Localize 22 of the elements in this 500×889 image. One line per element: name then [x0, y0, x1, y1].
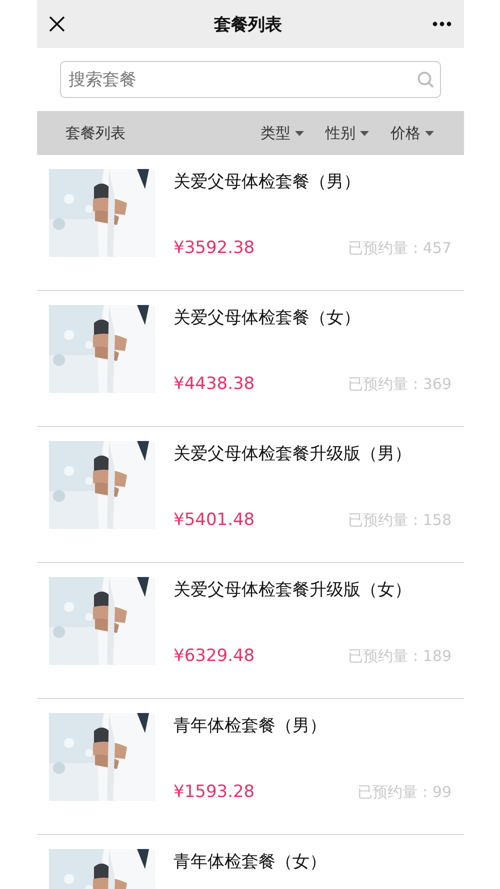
caret-icon: [294, 130, 304, 136]
package-name[interactable]: 青年体检套餐（男）: [174, 714, 452, 737]
package-name[interactable]: 关爱父母体检套餐升级版（男）: [174, 442, 452, 465]
package-price: ¥1593.28: [174, 782, 255, 802]
package-price: ¥3592.38: [174, 238, 255, 258]
filter-dropdown[interactable]: 价格: [390, 124, 434, 142]
page-title: 套餐列表: [214, 14, 282, 36]
package-name[interactable]: 关爱父母体检套餐（女）: [174, 306, 452, 329]
filter-bar-label: 套餐列表: [66, 124, 126, 142]
caret-icon: [360, 130, 368, 136]
filter-dropdown[interactable]: 性别: [326, 124, 368, 142]
package-price: ¥6329.48: [174, 646, 255, 666]
more-icon[interactable]: [432, 21, 452, 27]
package-name[interactable]: 青年体检套餐（女）: [174, 850, 452, 873]
package-name[interactable]: 关爱父母体检套餐（男）: [174, 170, 452, 193]
package-name[interactable]: 关爱父母体检套餐升级版（女）: [174, 578, 452, 601]
package-price: ¥4438.38: [174, 374, 255, 394]
package-price: ¥5401.48: [174, 510, 255, 530]
filter-dropdown[interactable]: 类型: [260, 124, 304, 142]
close-icon[interactable]: [48, 16, 64, 32]
search-field[interactable]: 搜索套餐: [60, 61, 440, 98]
caret-icon: [424, 130, 434, 136]
